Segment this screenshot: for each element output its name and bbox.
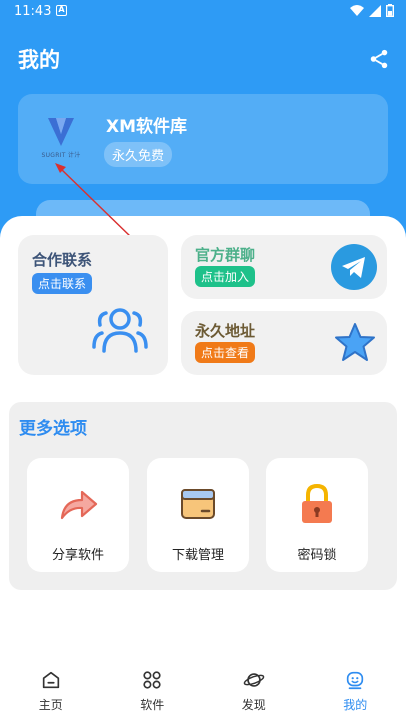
telegram-icon — [331, 244, 377, 290]
cooperation-card[interactable]: 合作联系 点击联系 — [18, 235, 168, 375]
star-icon — [335, 323, 375, 361]
status-bar: 11:43 A — [0, 0, 406, 24]
wifi-icon — [350, 4, 364, 16]
more-options-title: 更多选项 — [19, 419, 87, 439]
page-title: 我的 — [18, 48, 60, 72]
status-icons — [350, 4, 394, 17]
more-options-section: 更多选项 分享软件 下载管理 密码锁 — [9, 402, 397, 590]
nav-home[interactable]: 主页 — [0, 664, 102, 723]
cooperation-button[interactable]: 点击联系 — [32, 273, 93, 294]
share-software-option[interactable]: 分享软件 — [27, 458, 129, 572]
share-arrow-icon — [60, 490, 98, 520]
cooperation-title: 合作联系 — [32, 251, 93, 269]
free-badge: 永久免费 — [104, 142, 173, 167]
nav-discover[interactable]: 发现 — [203, 664, 305, 723]
group-join-button[interactable]: 点击加入 — [195, 266, 256, 287]
address-view-button[interactable]: 点击查看 — [195, 342, 256, 363]
nav-mine[interactable]: 我的 — [305, 664, 406, 723]
download-manager-label: 下载管理 — [171, 548, 224, 563]
address-title: 永久地址 — [195, 322, 256, 340]
signal-icon — [369, 4, 381, 17]
nav-discover-label: 发现 — [241, 698, 266, 712]
people-icon — [92, 308, 148, 353]
password-lock-label: 密码锁 — [297, 548, 337, 563]
battery-icon — [386, 4, 394, 17]
permanent-address-card[interactable]: 永久地址 点击查看 — [181, 311, 387, 375]
home-icon — [42, 671, 59, 689]
group-title: 官方群聊 — [195, 246, 256, 264]
official-group-card[interactable]: 官方群聊 点击加入 — [181, 235, 387, 299]
planet-icon — [243, 673, 265, 687]
logo-icon — [48, 118, 74, 146]
status-time: 11:43 — [14, 4, 52, 19]
share-icon[interactable] — [368, 48, 390, 70]
folder-icon — [181, 489, 215, 519]
download-manager-option[interactable]: 下载管理 — [147, 458, 249, 572]
lock-icon — [302, 484, 332, 523]
share-software-label: 分享软件 — [51, 548, 104, 563]
profile-card[interactable]: SUGRIT 计汁 XM软件库 永久免费 — [18, 94, 388, 184]
nav-mine-label: 我的 — [343, 698, 368, 712]
notification-icon: A — [56, 5, 67, 16]
bottom-navigation: 主页 软件 发现 我的 — [0, 664, 406, 723]
logo-text: SUGRIT 计汁 — [41, 152, 81, 159]
nav-software[interactable]: 软件 — [102, 664, 204, 723]
nav-home-label: 主页 — [38, 698, 63, 712]
apps-icon — [143, 671, 161, 689]
profile-icon — [347, 671, 364, 690]
nav-software-label: 软件 — [140, 698, 165, 712]
app-name: XM软件库 — [106, 117, 188, 137]
password-lock-option[interactable]: 密码锁 — [266, 458, 368, 572]
app-logo: SUGRIT 计汁 — [38, 114, 84, 162]
